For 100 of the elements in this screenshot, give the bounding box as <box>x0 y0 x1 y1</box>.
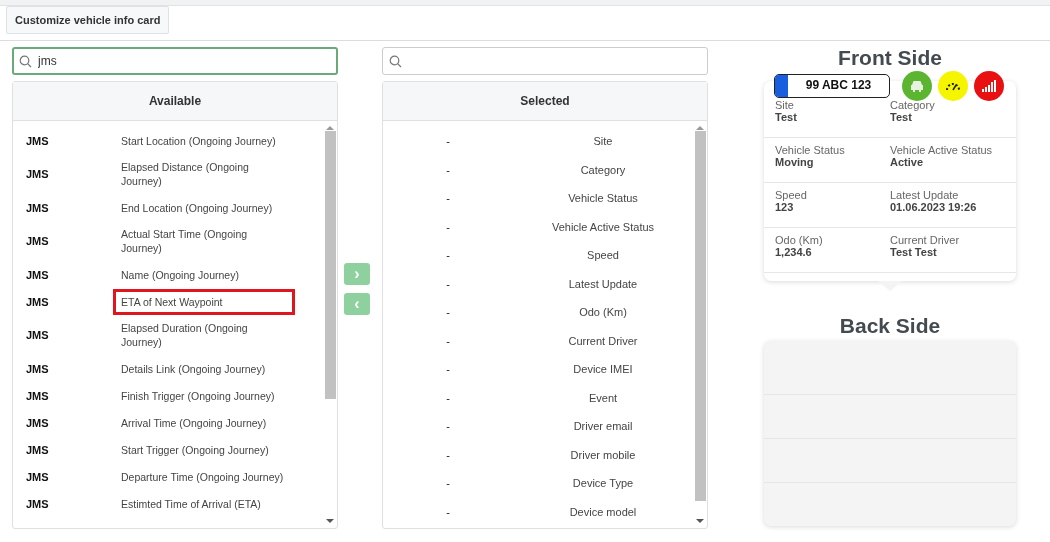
list-item[interactable]: - Device Type <box>383 469 693 498</box>
field-value: 123 <box>775 201 794 213</box>
source-label: - <box>445 505 451 518</box>
field-value: Test <box>890 111 912 123</box>
field-name: Details Link (Ongoing Journey) <box>120 361 267 377</box>
gauge-icon <box>945 80 961 92</box>
source-label: - <box>445 163 451 176</box>
field-name: ETA of Next Waypoint <box>113 288 295 315</box>
source-label: - <box>445 420 451 433</box>
list-item[interactable]: - Event <box>383 383 693 412</box>
source-label: JMS <box>25 295 50 308</box>
list-item[interactable]: - Odo (Km) <box>383 298 693 327</box>
list-item[interactable]: JMS Name (Ongoing Journey) <box>13 261 323 288</box>
field-value: 1,234.6 <box>775 246 812 258</box>
list-item[interactable]: JMS Elapsed Duration (Ongoing Journey) <box>13 315 323 355</box>
field-value: Test Test <box>890 246 937 258</box>
field-name: Site <box>592 135 614 148</box>
field-name: Finish Trigger (Ongoing Journey) <box>120 388 276 404</box>
source-label: JMS <box>25 443 50 456</box>
column-header: Selected <box>383 82 707 121</box>
source-label: - <box>445 306 451 319</box>
source-label: - <box>445 391 451 404</box>
source-label: - <box>445 220 451 233</box>
source-label: JMS <box>25 362 50 375</box>
search-field[interactable]: jms <box>12 47 338 75</box>
field-name: Driver email <box>572 420 634 433</box>
source-label: JMS <box>25 268 50 281</box>
column-header: Available <box>13 82 337 121</box>
list-item[interactable]: JMS End Location (Ongoing Journey) <box>13 194 323 221</box>
field-label: Site <box>775 99 794 111</box>
list-item[interactable]: JMS Elapsed Distance (Ongoing Journey) <box>13 154 323 194</box>
field-name: Odo (Km) <box>578 306 628 319</box>
list-item[interactable]: - Category <box>383 155 693 184</box>
list-item[interactable]: - Latest Update <box>383 269 693 298</box>
source-label: JMS <box>25 497 50 510</box>
field-label: Latest Update <box>890 189 959 201</box>
list-item[interactable]: JMS Start Location (Ongoing Journey) <box>13 127 323 154</box>
list-item[interactable]: - Device IMEI <box>383 355 693 384</box>
section-title: Back Side <box>839 313 941 339</box>
list-item[interactable]: JMS Departure Time (Ongoing Journey) <box>13 463 323 490</box>
list-item[interactable]: JMS Start Trigger (Ongoing Journey) <box>13 436 323 463</box>
field-name: Event <box>587 391 619 404</box>
list-item[interactable]: - Speed <box>383 241 693 270</box>
list-item[interactable]: JMS Arrival Time (Ongoing Journey) <box>13 409 323 436</box>
field-name: Actual Start Time (Ongoing Journey) <box>120 227 249 256</box>
field-label: Current Driver <box>890 234 960 246</box>
source-label: - <box>445 135 451 148</box>
list-item[interactable]: - Device model <box>383 497 693 526</box>
field-value: Test <box>775 111 797 123</box>
car-icon <box>909 79 925 93</box>
source-label: - <box>445 192 451 205</box>
search-icon <box>389 55 402 68</box>
field-name: Vehicle Active Status <box>550 220 656 233</box>
field-name: Vehicle Status <box>567 192 639 205</box>
list-item[interactable]: - Current Driver <box>383 326 693 355</box>
signal-icon <box>982 80 996 92</box>
field-name: Latest Update <box>567 277 639 290</box>
field-name: Arrival Time (Ongoing Journey) <box>120 415 268 431</box>
field-label: Vehicle Active Status <box>890 144 993 156</box>
field-name: Start Location (Ongoing Journey) <box>120 133 277 149</box>
field-name: Current Driver <box>567 334 639 347</box>
list-item[interactable]: - Vehicle Status <box>383 184 693 213</box>
source-label: - <box>445 277 451 290</box>
list-item[interactable]: - Driver mobile <box>383 440 693 469</box>
field-name: Category <box>579 163 627 176</box>
field-name: Elapsed Duration (Ongoing Journey) <box>120 321 249 350</box>
list-item[interactable]: JMS ETA of Next Waypoint <box>13 288 323 315</box>
section-title: Front Side <box>838 45 942 71</box>
source-label: - <box>445 249 451 262</box>
source-label: JMS <box>25 168 50 180</box>
field-label: Odo (Km) <box>775 234 823 246</box>
field-label: Speed <box>775 189 807 201</box>
field-value: Active <box>890 156 924 168</box>
list-item[interactable]: JMS Details Link (Ongoing Journey) <box>13 355 323 382</box>
tab[interactable]: Customize vehicle info card <box>6 6 170 34</box>
license-plate: 99 ABC 123 <box>774 74 890 98</box>
source-label: JMS <box>25 201 50 214</box>
list-item[interactable]: JMS Estimted Time of Arrival (ETA) <box>13 490 323 517</box>
field-name: Start Trigger (Ongoing Journey) <box>120 442 270 458</box>
source-label: JMS <box>25 235 50 247</box>
source-label: - <box>445 448 451 461</box>
field-name: Driver mobile <box>569 448 637 461</box>
list-item[interactable]: JMS Actual Start Time (Ongoing Journey) <box>13 221 323 261</box>
field-name: Device IMEI <box>572 363 634 376</box>
list-item[interactable]: - Driver email <box>383 412 693 441</box>
field-label: Vehicle Status <box>775 144 845 156</box>
field-name: End Location (Ongoing Journey) <box>120 200 274 216</box>
field-name: Departure Time (Ongoing Journey) <box>120 469 285 485</box>
list-item[interactable]: JMS Finish Trigger (Ongoing Journey) <box>13 382 323 409</box>
field-name: Device model <box>568 505 638 518</box>
source-label: JMS <box>25 329 50 341</box>
field-value: 01.06.2023 19:26 <box>890 201 977 213</box>
source-label: JMS <box>25 470 50 483</box>
search-icon <box>19 55 32 68</box>
list-item[interactable]: - Site <box>383 127 693 156</box>
source-label: - <box>445 363 451 376</box>
source-label: JMS <box>25 416 50 429</box>
scroll-down-icon[interactable] <box>326 518 334 524</box>
list-item[interactable]: - Vehicle Active Status <box>383 212 693 241</box>
scroll-down-icon[interactable] <box>696 518 704 524</box>
